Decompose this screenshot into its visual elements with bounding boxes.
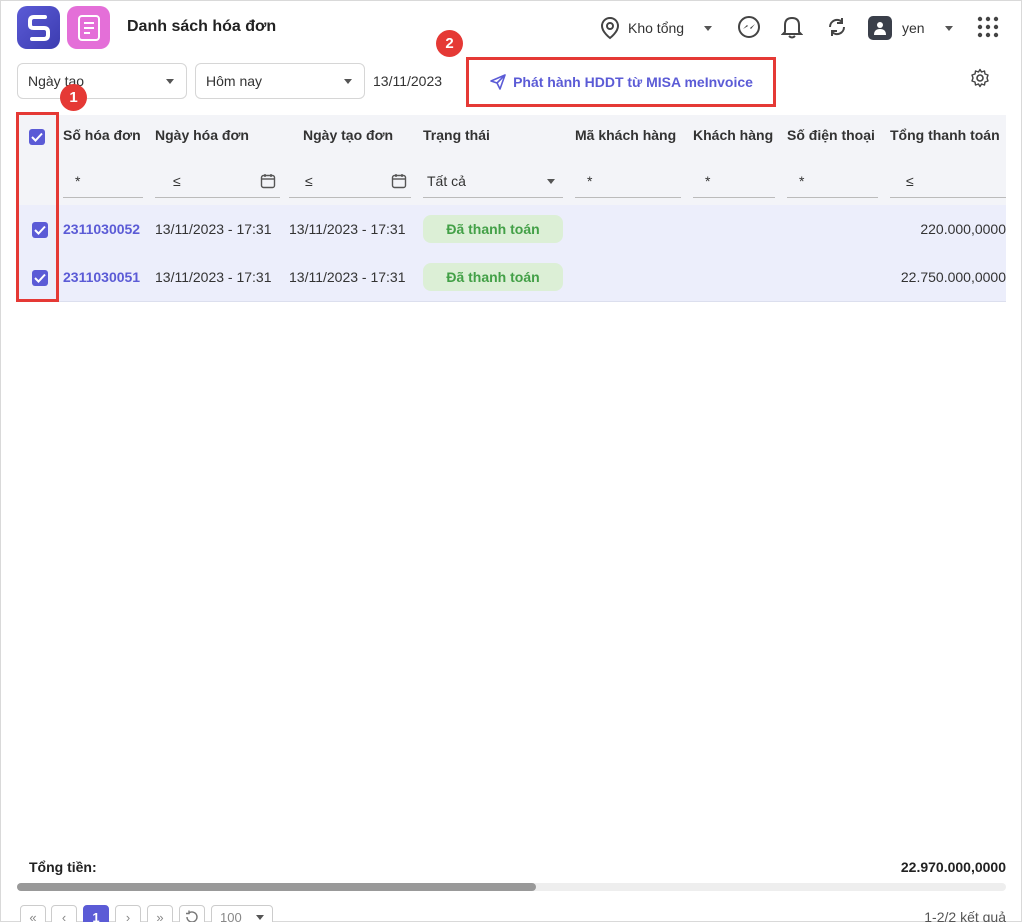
- table-row[interactable]: 2311030052 13/11/2023 - 17:31 13/11/2023…: [17, 205, 1006, 253]
- date-type-select[interactable]: Ngày tạo: [17, 63, 187, 99]
- filter-phone[interactable]: *: [787, 165, 878, 198]
- username: yen: [902, 20, 925, 36]
- created-date-cell: 13/11/2023 - 17:31: [289, 221, 406, 237]
- invoice-date-cell: 13/11/2023 - 17:31: [155, 269, 272, 285]
- total-cell: 22.750.000,0000: [900, 269, 1006, 285]
- created-date-cell: 13/11/2023 - 17:31: [289, 269, 406, 285]
- app-logo[interactable]: [17, 6, 60, 49]
- status-badge: Đã thanh toán: [423, 215, 563, 243]
- chevron-down-icon: [166, 78, 174, 84]
- filter-invoice-date[interactable]: ≤: [155, 165, 280, 198]
- warehouse-selector[interactable]: Kho tổng: [600, 14, 713, 42]
- total-value: 22.970.000,0000: [900, 859, 1006, 875]
- publish-einvoice-button[interactable]: Phát hành HDDT từ MISA meInvoice: [466, 57, 776, 107]
- chevron-down-icon: [344, 78, 352, 84]
- top-header: Danh sách hóa đơn Kho tổng yen: [0, 0, 1022, 56]
- filter-customer[interactable]: *: [693, 165, 775, 198]
- table-row[interactable]: 2311030051 13/11/2023 - 17:31 13/11/2023…: [17, 253, 1006, 301]
- page-size-value: 100: [220, 909, 242, 922]
- location-pin-icon: [600, 16, 620, 40]
- chevron-down-icon: [256, 914, 264, 920]
- col-created-date[interactable]: Ngày tạo đơn: [303, 127, 393, 143]
- invoice-number-link[interactable]: 2311030051: [63, 269, 140, 285]
- chevron-down-icon: [547, 178, 555, 184]
- col-total[interactable]: Tổng thanh toán: [890, 127, 1000, 143]
- row-divider: [17, 301, 1006, 302]
- apps-grid-icon[interactable]: [975, 14, 1001, 40]
- publish-einvoice-label: Phát hành HDDT từ MISA meInvoice: [513, 74, 753, 90]
- total-cell: 220.000,0000: [920, 221, 1006, 237]
- first-page-button[interactable]: «: [20, 905, 46, 922]
- logo-icon: [27, 14, 50, 41]
- filter-invoice-no[interactable]: *: [63, 165, 143, 198]
- table-header: Số hóa đơn Ngày hóa đơn Ngày tạo đơn Trạ…: [17, 115, 1006, 205]
- status-badge: Đã thanh toán: [423, 263, 563, 291]
- date-value: 13/11/2023: [373, 73, 443, 89]
- chevron-down-icon: [944, 25, 953, 31]
- scrollbar-thumb[interactable]: [17, 883, 536, 891]
- filter-operator: ≤: [305, 173, 313, 189]
- reload-button[interactable]: [179, 905, 205, 922]
- send-icon: [490, 74, 506, 90]
- prev-page-button[interactable]: ‹: [51, 905, 77, 922]
- invoice-app-icon[interactable]: [67, 6, 110, 49]
- avatar: [868, 16, 892, 40]
- col-phone[interactable]: Số điện thoại: [787, 127, 875, 143]
- calendar-icon: [391, 174, 407, 189]
- checkbox-highlight-box: [16, 112, 59, 302]
- messenger-icon[interactable]: [736, 14, 762, 40]
- filter-customer-code[interactable]: *: [575, 165, 681, 198]
- refresh-icon: [186, 910, 198, 922]
- invoice-number-link[interactable]: 2311030052: [63, 221, 140, 237]
- page-1-button[interactable]: 1: [83, 905, 109, 922]
- result-count: 1-2/2 kết quả: [924, 909, 1006, 922]
- col-customer[interactable]: Khách hàng: [693, 127, 773, 143]
- next-page-button[interactable]: ›: [115, 905, 141, 922]
- bell-icon[interactable]: [779, 14, 805, 40]
- document-icon: [77, 14, 100, 41]
- step-2-badge: 2: [436, 30, 463, 57]
- page-title: Danh sách hóa đơn: [127, 18, 277, 35]
- step-1-badge: 1: [60, 84, 87, 111]
- refresh-icon[interactable]: [824, 14, 850, 40]
- filter-operator: ≤: [173, 173, 181, 189]
- gear-icon[interactable]: [968, 66, 992, 90]
- date-range-select[interactable]: Hôm nay: [195, 63, 365, 99]
- last-page-button[interactable]: »: [147, 905, 173, 922]
- col-invoice-date[interactable]: Ngày hóa đơn: [155, 127, 249, 143]
- chevron-down-icon: [704, 25, 713, 31]
- col-customer-code[interactable]: Mã khách hàng: [575, 127, 676, 143]
- filter-total[interactable]: ≤: [890, 165, 1006, 198]
- total-label: Tổng tiền:: [29, 859, 97, 875]
- calendar-icon: [260, 174, 276, 189]
- page-size-select[interactable]: 100: [211, 905, 273, 922]
- invoice-date-cell: 13/11/2023 - 17:31: [155, 221, 272, 237]
- col-status[interactable]: Trạng thái: [423, 127, 490, 143]
- user-menu[interactable]: yen: [868, 14, 953, 42]
- user-icon: [874, 22, 886, 35]
- filter-status-select[interactable]: Tất cả: [423, 165, 563, 198]
- filter-created-date[interactable]: ≤: [289, 165, 411, 198]
- filter-status-value: Tất cả: [427, 173, 466, 189]
- col-invoice-no[interactable]: Số hóa đơn: [63, 127, 141, 143]
- warehouse-label: Kho tổng: [628, 20, 685, 36]
- date-range-value: Hôm nay: [206, 73, 263, 89]
